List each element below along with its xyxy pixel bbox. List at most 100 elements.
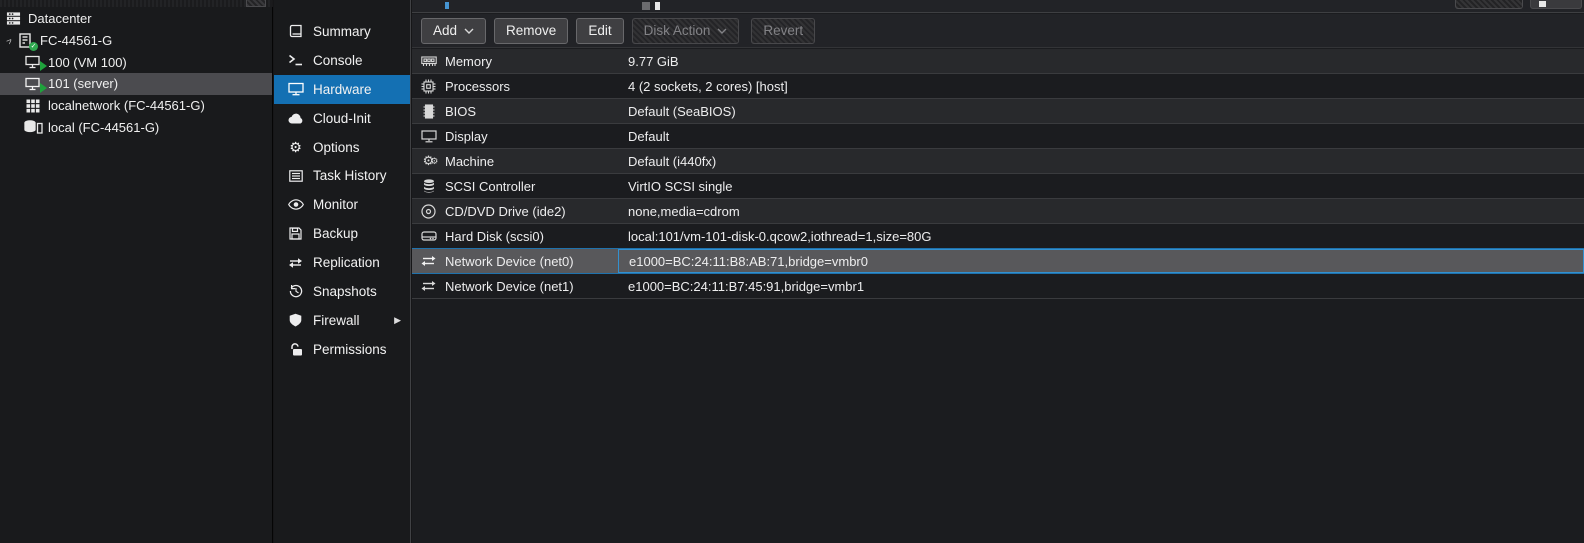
hw-row-value: e1000=BC:24:11:B7:45:91,bridge=vmbr1 [628,278,865,294]
table-row-display[interactable]: Display Default [412,124,1584,149]
hardware-table: Memory 9.77 GiB Processors 4 (2 sockets,… [412,49,1584,299]
table-row-network-device-net1[interactable]: Network Device (net1) e1000=BC:24:11:B7:… [412,274,1584,299]
menu-item-label: Options [313,139,360,155]
tree-item-node-fc-44561-g[interactable]: > ✓ FC-44561-G [0,30,272,52]
gear-icon: ⚙ [289,138,302,155]
hw-row-name: Network Device (net0) [445,253,574,269]
eye-icon [287,199,304,211]
table-row-memory[interactable]: Memory 9.77 GiB [412,49,1584,74]
table-row-network-device-net0[interactable]: Network Device (net0) e1000=BC:24:11:B8:… [412,248,1584,274]
terminal-icon [287,54,304,66]
hw-row-value: e1000=BC:24:11:B8:AB:71,bridge=vmbr0 [629,253,868,269]
hw-row-value: Default (SeaBIOS) [628,103,736,119]
tree-item-label: FC-44561-G [40,33,113,49]
menu-item-label: Summary [313,23,371,39]
online-status-badge: ✓ [29,42,38,52]
hw-row-name: CD/DVD Drive (ide2) [445,203,566,219]
table-row-cd-dvd-drive[interactable]: CD/DVD Drive (ide2) none,media=cdrom [412,199,1584,224]
vm-menu-panel: Summary Console Hardware Cloud-Init ⚙ Op… [274,0,411,543]
edit-button[interactable]: Edit [576,17,624,44]
display-icon [420,129,437,143]
menu-item-label: Snapshots [313,283,377,299]
header-disabled-button-cutoff [1455,0,1523,9]
revert-button[interactable]: Revert [751,17,816,44]
hw-row-name: Hard Disk (scsi0) [445,228,544,244]
tree-item-label: local (FC-44561-G) [48,119,160,135]
tree-item-datacenter[interactable]: Datacenter [0,8,272,30]
network-grid-icon [23,99,43,113]
hw-row-value: 9.77 GiB [628,53,679,69]
header-fragment [642,2,650,10]
list-icon [287,170,304,182]
table-row-machine[interactable]: ⚙ ⚙ Machine Default (i440fx) [412,149,1584,174]
menu-item-snapshots[interactable]: Snapshots [274,277,410,306]
hw-row-name: Display [445,128,488,144]
menu-item-backup[interactable]: Backup [274,219,410,248]
header-title-fragment [445,2,449,9]
hw-row-value: local:101/vm-101-disk-0.qcow2,iothread=1… [628,228,932,244]
tree-item-vm-101[interactable]: 101 (server) [0,73,272,95]
hdd-icon [420,230,437,242]
hw-row-name: BIOS [445,103,477,119]
tree-item-label: Datacenter [28,11,92,27]
hw-row-name: Network Device (net1) [445,278,574,294]
disk-action-button[interactable]: Disk Action [631,17,740,44]
content-header-cutoff [412,0,1584,13]
shield-icon [287,313,304,327]
header-button-cutoff[interactable] [1530,0,1582,9]
hw-row-name: SCSI Controller [445,178,536,194]
remove-button[interactable]: Remove [494,17,569,44]
storage-icon [23,120,43,135]
hw-row-name: Memory [445,53,492,69]
floppy-icon [287,227,304,240]
database-icon [420,179,437,193]
display-icon [287,82,304,96]
menu-item-console[interactable]: Console [274,46,410,75]
hw-row-name: Machine [445,153,495,169]
table-row-scsi-controller[interactable]: SCSI Controller VirtIO SCSI single [412,174,1584,199]
add-button[interactable]: Add [421,17,487,44]
menu-item-label: Firewall [313,312,360,328]
menu-item-summary[interactable]: Summary [274,17,410,46]
table-row-hard-disk[interactable]: Hard Disk (scsi0) local:101/vm-101-disk-… [412,224,1584,249]
tree-item-localnetwork[interactable]: localnetwork (FC-44561-G) [0,95,272,117]
tree-item-label: localnetwork (FC-44561-G) [48,98,205,114]
history-icon [287,284,304,298]
hardware-content-panel: Add Remove Edit Disk Action Revert Memor… [412,0,1584,543]
table-row-processors[interactable]: Processors 4 (2 sockets, 2 cores) [host] [412,74,1584,99]
header-fragment [655,2,660,10]
tree-top-button-cutoff [246,0,266,7]
menu-item-options[interactable]: ⚙ Options [274,133,410,162]
menu-item-monitor[interactable]: Monitor [274,190,410,219]
chevron-down-icon [464,28,474,34]
table-empty-area [412,299,1584,543]
memory-icon [420,55,437,67]
menu-item-label: Cloud-Init [313,110,371,126]
menu-item-firewall[interactable]: Firewall ▶ [274,306,410,335]
replication-arrows-icon [287,257,304,269]
menu-item-permissions[interactable]: Permissions [274,335,410,364]
hw-row-value: Default (i440fx) [628,153,717,169]
vm-running-icon [23,55,47,72]
hw-row-value: none,media=cdrom [628,203,740,219]
book-icon [287,24,304,38]
gears-icon: ⚙ ⚙ [422,153,439,168]
menu-item-hardware[interactable]: Hardware [274,74,410,104]
tree-item-vm-100[interactable]: 100 (VM 100) [0,51,272,73]
menu-item-replication[interactable]: Replication [274,248,410,277]
menu-item-task-history[interactable]: Task History [274,161,410,190]
submenu-arrow-icon: ▶ [394,314,401,325]
chevron-down-icon [717,28,727,34]
network-arrows-icon [420,255,437,267]
datacenter-icon [3,11,23,26]
hw-row-value: VirtIO SCSI single [628,178,733,194]
table-row-bios[interactable]: BIOS Default (SeaBIOS) [412,99,1584,124]
network-arrows-icon [420,280,437,292]
resource-tree-panel: Datacenter > ✓ FC-44561-G 100 (VM 100) 1… [0,0,273,543]
menu-item-cloud-init[interactable]: Cloud-Init [274,104,410,133]
vm-running-icon [23,77,47,93]
tree-item-local-storage[interactable]: local (FC-44561-G) [0,116,272,138]
cloud-icon [287,113,304,124]
unlock-icon [287,342,304,356]
tree-item-label: 101 (server) [48,76,119,92]
